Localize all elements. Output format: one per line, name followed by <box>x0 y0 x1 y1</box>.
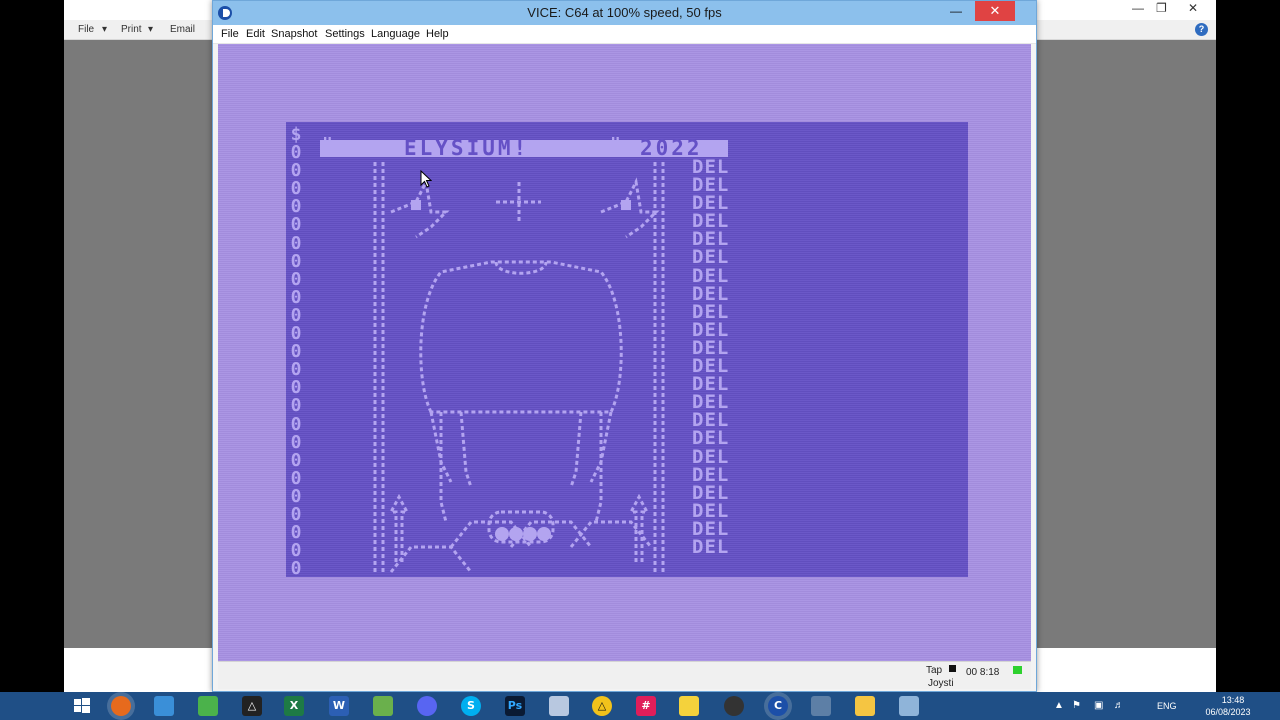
title-open-quote: " <box>322 134 333 155</box>
word-icon[interactable]: W <box>329 696 349 716</box>
petscii-artwork <box>373 162 665 573</box>
menu-edit[interactable]: Edit <box>246 28 265 40</box>
close-icon[interactable]: ✕ <box>975 1 1015 21</box>
del-entry: DEL <box>692 427 730 450</box>
listing-row-value: 0 <box>290 395 302 417</box>
del-column: DEL DEL DEL DEL DEL DEL DEL DEL DEL DEL DEL DEL DEL D… <box>692 157 730 558</box>
menu-settings[interactable]: Settings <box>325 28 365 40</box>
vice-titlebar[interactable]: VICE: C64 at 100% speed, 50 fps — ✕ <box>213 1 1036 25</box>
email-button[interactable]: Email <box>170 24 195 35</box>
tape-counter: 00 8:18 <box>966 667 1000 678</box>
flag-icon[interactable]: ⚑ <box>1072 700 1081 711</box>
chevron-up-icon[interactable]: ▲ <box>1054 700 1064 711</box>
drive-led-icon <box>1013 666 1022 674</box>
help-icon[interactable]: ? <box>1195 23 1208 36</box>
language-indicator[interactable]: ENG <box>1157 701 1177 711</box>
restore-icon[interactable]: ❐ <box>1156 1 1167 15</box>
listing-row-numbers: $0 0 0 0 0 0 0 0 0 0 0 0 0 0 0 0 0 0 0 0 0 0 0 0 <box>288 125 304 577</box>
image-editor-icon[interactable] <box>373 696 393 716</box>
sticky-icon[interactable] <box>679 696 699 716</box>
file-menu-button[interactable]: File <box>78 24 94 35</box>
volume-icon[interactable]: ♬ <box>1114 700 1124 711</box>
system-tray: ▲ ⚑ ▣ ♬ ENG 13:48 06/08/2023 <box>1040 692 1280 720</box>
mail-icon[interactable] <box>154 696 174 716</box>
minimize-icon[interactable]: — <box>943 1 969 21</box>
notepad-icon[interactable] <box>549 696 569 716</box>
menu-language[interactable]: Language <box>371 28 420 40</box>
minimize-icon[interactable]: — <box>1132 1 1144 15</box>
menu-help[interactable]: Help <box>426 28 449 40</box>
app-icon[interactable] <box>198 696 218 716</box>
c64-screen[interactable]: $0 0 0 0 0 0 0 0 0 0 0 0 0 0 0 0 0 0 0 0 0 0 0 0 " ELYSIUM! " 2… <box>286 122 968 577</box>
del-entry: DEL <box>692 264 730 287</box>
discord-icon[interactable] <box>417 696 437 716</box>
menu-snapshot[interactable]: Snapshot <box>271 28 317 40</box>
print-menu-button[interactable]: Print <box>121 24 142 35</box>
listing-row-value: 0 <box>290 431 302 453</box>
skype-icon[interactable]: S <box>461 696 481 716</box>
tape-led-icon <box>949 665 956 672</box>
listing-row-value: 0 <box>290 232 302 254</box>
taskbar: △ X W S Ps △ # C ▲ ⚑ ▣ ♬ ENG 13:48 06/08… <box>0 692 1280 720</box>
clock-time[interactable]: 13:48 <box>1208 695 1258 705</box>
window-title: VICE: C64 at 100% speed, 50 fps <box>527 5 722 20</box>
del-entry: DEL <box>692 535 730 558</box>
slack-icon[interactable]: # <box>636 696 656 716</box>
tape-status-label: Tap <box>926 665 943 676</box>
status-bar: Tap 00 8:18 Joysti <box>218 661 1031 689</box>
desktop: — ❐ ✕ File ▾ Print ▾ Email ? VICE: C64 a… <box>0 0 1280 720</box>
photoshop-icon[interactable]: Ps <box>505 696 525 716</box>
mouse-pointer-icon <box>420 170 432 188</box>
del-entry: DEL <box>692 445 730 468</box>
del-entry: DEL <box>692 246 730 269</box>
unity-icon[interactable]: △ <box>242 696 262 716</box>
file-explorer-icon[interactable] <box>855 696 875 716</box>
close-icon[interactable]: ✕ <box>1188 1 1198 15</box>
alert-app-icon[interactable]: △ <box>592 696 612 716</box>
menu-bar: File Edit Snapshot Settings Language Hel… <box>213 25 1036 44</box>
utility-icon[interactable] <box>899 696 919 716</box>
listing-row-value: 0 <box>290 413 302 435</box>
clock-date[interactable]: 06/08/2023 <box>1198 707 1258 717</box>
menu-file[interactable]: File <box>221 28 239 40</box>
vice-c64-icon[interactable]: C <box>768 696 788 716</box>
excel-icon[interactable]: X <box>284 696 304 716</box>
chevron-down-icon[interactable]: ▾ <box>102 24 107 35</box>
del-entry: DEL <box>692 463 730 486</box>
vice-window: VICE: C64 at 100% speed, 50 fps — ✕ File… <box>212 0 1037 692</box>
firefox-icon[interactable] <box>111 696 131 716</box>
joystick-status-label[interactable]: Joysti <box>928 678 954 689</box>
windows-start-icon[interactable] <box>72 696 92 716</box>
chevron-down-icon[interactable]: ▾ <box>148 24 153 35</box>
listing-row-value: 0 <box>290 558 302 577</box>
listing-row-value: 0 <box>290 214 302 236</box>
display-icon[interactable] <box>811 696 831 716</box>
c64-screen-border[interactable]: $0 0 0 0 0 0 0 0 0 0 0 0 0 0 0 0 0 0 0 0 0 0 0 0 " ELYSIUM! " 2… <box>218 44 1031 661</box>
network-icon[interactable]: ▣ <box>1094 700 1103 711</box>
obs-icon[interactable] <box>724 696 744 716</box>
